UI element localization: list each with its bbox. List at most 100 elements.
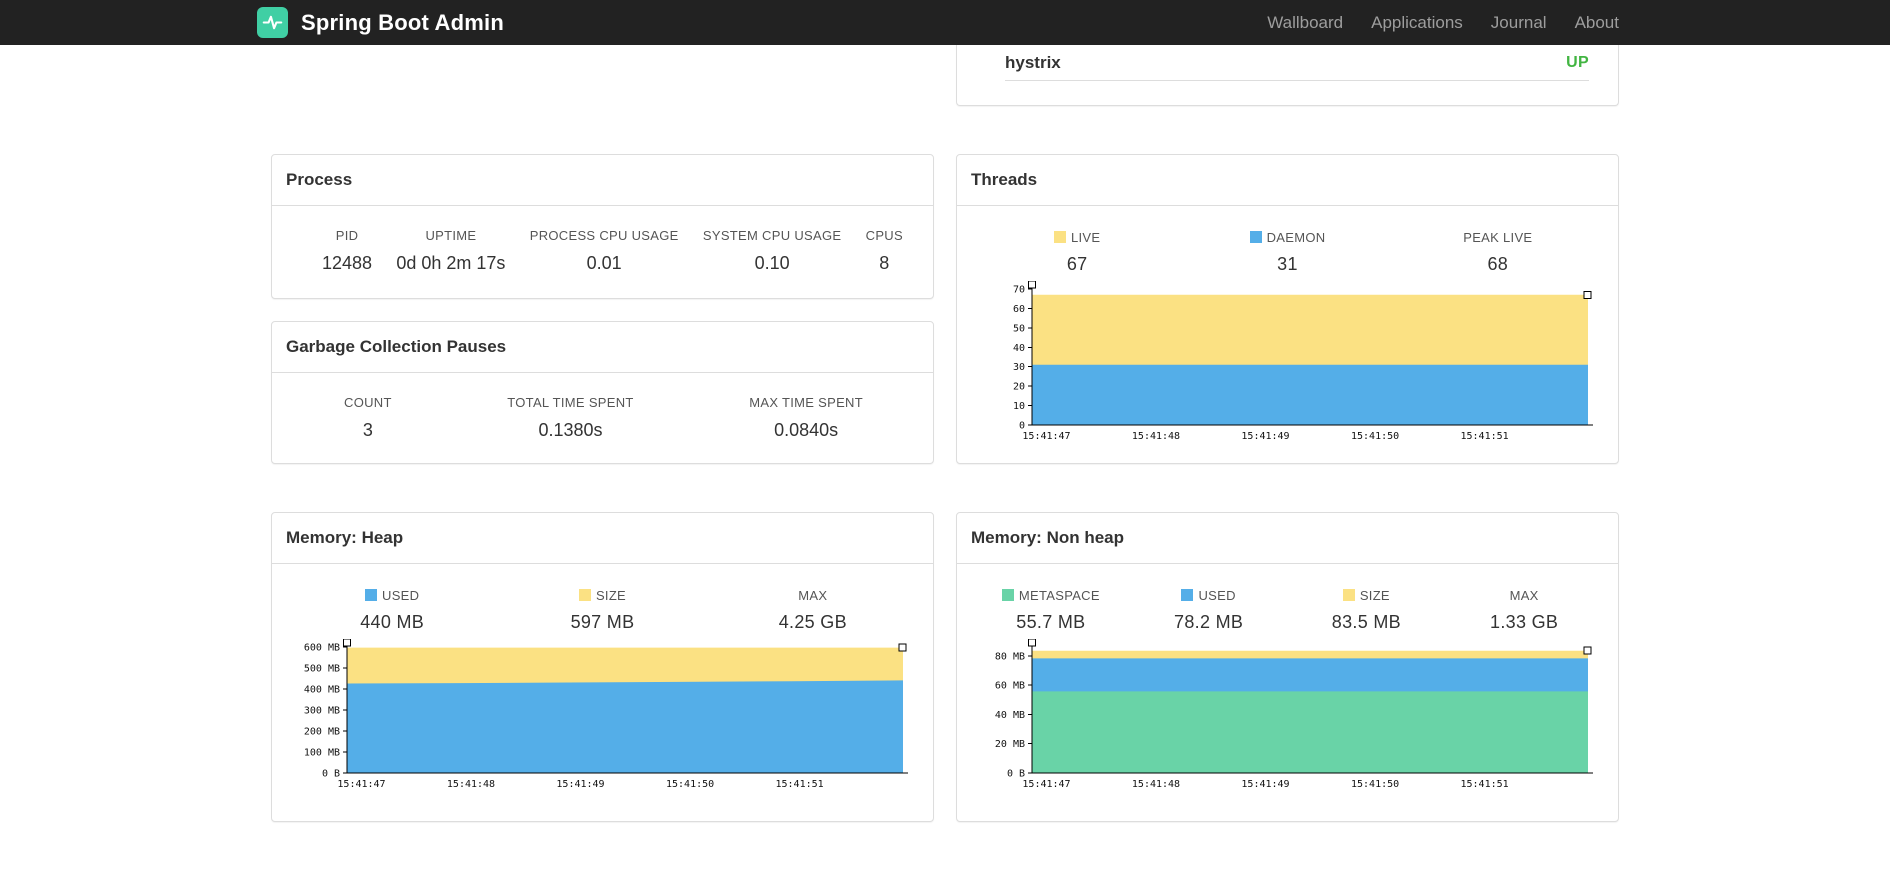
svg-text:15:41:51: 15:41:51 bbox=[776, 779, 824, 790]
gc-pauses-panel: Garbage Collection Pauses COUNT 3 TOTAL … bbox=[271, 321, 934, 464]
svg-text:30: 30 bbox=[1013, 362, 1025, 373]
svg-text:15:41:50: 15:41:50 bbox=[1351, 431, 1399, 442]
svg-text:0 B: 0 B bbox=[322, 769, 340, 780]
threads-panel: Threads LIVE DAEMON PEAK LIVE 67 31 68 0… bbox=[956, 154, 1619, 464]
legend-label: MAX bbox=[798, 588, 828, 603]
heap-size-value: 597 MB bbox=[570, 612, 635, 632]
legend-item-max: MAX bbox=[708, 588, 918, 603]
svg-text:15:41:50: 15:41:50 bbox=[1351, 779, 1399, 790]
size-legend-swatch bbox=[1342, 589, 1355, 601]
top-navbar: Spring Boot Admin Wallboard Applications… bbox=[0, 0, 1890, 45]
threads-legend: LIVE DAEMON PEAK LIVE bbox=[972, 230, 1603, 245]
svg-text:60 MB: 60 MB bbox=[995, 681, 1025, 692]
stat-cpus: CPUS 8 bbox=[866, 228, 903, 274]
legend-label: LIVE bbox=[1070, 230, 1101, 245]
svg-text:500 MB: 500 MB bbox=[304, 664, 340, 675]
legend-item-metaspace: METASPACE bbox=[972, 588, 1130, 603]
stat-system-cpu-usage: SYSTEM CPU USAGE 0.10 bbox=[703, 228, 841, 274]
stat-process-cpu-usage: PROCESS CPU USAGE 0.01 bbox=[530, 228, 679, 274]
live-legend-swatch bbox=[1053, 231, 1066, 243]
legend-item-live: LIVE bbox=[972, 230, 1182, 245]
stat-value: 0.10 bbox=[754, 253, 790, 273]
svg-text:100 MB: 100 MB bbox=[304, 748, 340, 759]
svg-text:15:41:48: 15:41:48 bbox=[1132, 779, 1180, 790]
nav-link-about[interactable]: About bbox=[1575, 13, 1619, 33]
gc-stats: COUNT 3 TOTAL TIME SPENT 0.1380s MAX TIM… bbox=[272, 373, 933, 441]
nav-link-applications[interactable]: Applications bbox=[1371, 13, 1463, 33]
nonheap-used-value: 78.2 MB bbox=[1174, 612, 1244, 632]
legend-label: METASPACE bbox=[1018, 588, 1100, 603]
stat-value: 8 bbox=[879, 253, 890, 273]
legend-label: DAEMON bbox=[1266, 230, 1326, 245]
threads-body: LIVE DAEMON PEAK LIVE 67 31 68 0 10 20 30 40… bbox=[957, 206, 1618, 443]
nonheap-legend-values: 55.7 MB 78.2 MB 83.5 MB 1.33 GB bbox=[972, 612, 1603, 633]
heap-used-value: 440 MB bbox=[360, 612, 425, 632]
svg-text:15:41:48: 15:41:48 bbox=[447, 779, 495, 790]
nonheap-metaspace-value: 55.7 MB bbox=[1016, 612, 1086, 632]
svg-text:15:41:49: 15:41:49 bbox=[1241, 779, 1289, 790]
legend-item-size: SIZE bbox=[497, 588, 707, 603]
spring-boot-admin-logo-icon bbox=[257, 7, 288, 38]
application-row[interactable]: hystrix UP bbox=[1005, 45, 1589, 81]
legend-item-peak-live: PEAK LIVE bbox=[1393, 230, 1603, 245]
svg-text:400 MB: 400 MB bbox=[304, 685, 340, 696]
used-legend-swatch bbox=[1181, 589, 1194, 601]
right-column: hystrix UP Threads LIVE DAEMON PEAK LIVE bbox=[956, 45, 1619, 822]
left-column: Process PID 12488 UPTIME 0d 0h 2m 17s PR… bbox=[271, 45, 934, 822]
svg-text:15:41:47: 15:41:47 bbox=[1022, 779, 1070, 790]
legend-item-daemon: DAEMON bbox=[1182, 230, 1392, 245]
stat-gc-max-time: MAX TIME SPENT 0.0840s bbox=[749, 395, 863, 441]
threads-peak-live-value: 68 bbox=[1487, 254, 1509, 274]
threads-chart: 0 10 20 30 40 50 60 70 15:41:47 15:41:48 15:41:49 1… bbox=[1013, 281, 1593, 442]
stat-value: 0.01 bbox=[586, 253, 622, 273]
daemon-legend-swatch bbox=[1249, 231, 1262, 243]
svg-text:40: 40 bbox=[1013, 343, 1025, 354]
gc-panel-title: Garbage Collection Pauses bbox=[272, 322, 933, 373]
svg-text:0: 0 bbox=[1019, 421, 1025, 432]
nonheap-legend: METASPACE USED SIZE MAX bbox=[972, 588, 1603, 603]
svg-text:600 MB: 600 MB bbox=[304, 643, 340, 654]
legend-label: USED bbox=[382, 588, 420, 603]
legend-item-size: SIZE bbox=[1288, 588, 1446, 603]
used-legend-swatch bbox=[365, 589, 377, 601]
svg-text:15:41:49: 15:41:49 bbox=[556, 779, 604, 790]
process-panel-title: Process bbox=[272, 155, 933, 206]
legend-item-used: USED bbox=[1130, 588, 1288, 603]
stat-label: PID bbox=[335, 228, 359, 243]
stat-uptime: UPTIME 0d 0h 2m 17s bbox=[396, 228, 505, 274]
stat-value: 0d 0h 2m 17s bbox=[396, 253, 506, 273]
brand[interactable]: Spring Boot Admin bbox=[257, 7, 504, 38]
legend-label: MAX bbox=[1509, 588, 1539, 603]
memory-nonheap-panel-title: Memory: Non heap bbox=[957, 513, 1618, 564]
threads-live-value: 67 bbox=[1066, 254, 1088, 274]
stat-label: COUNT bbox=[344, 395, 392, 410]
threads-daemon-value: 31 bbox=[1277, 254, 1298, 274]
memory-nonheap-panel: Memory: Non heap METASPACE USED SIZE MAX bbox=[956, 512, 1619, 822]
stat-value: 0.0840s bbox=[774, 420, 839, 440]
threads-legend-values: 67 31 68 bbox=[972, 254, 1603, 275]
nav-link-journal[interactable]: Journal bbox=[1491, 13, 1547, 33]
stat-label: UPTIME bbox=[425, 228, 477, 243]
stat-label: MAX TIME SPENT bbox=[749, 395, 863, 410]
nav-link-wallboard[interactable]: Wallboard bbox=[1267, 13, 1343, 33]
heap-memory-chart: 0 B 100 MB 200 MB 300 MB 400 MB 500 MB 600 MB 1… bbox=[304, 639, 908, 790]
memory-nonheap-body: METASPACE USED SIZE MAX 55.7 MB 78.2 MB bbox=[957, 564, 1618, 791]
svg-text:15:41:47: 15:41:47 bbox=[337, 779, 385, 790]
stat-gc-count: COUNT 3 bbox=[344, 395, 392, 441]
stat-value: 0.1380s bbox=[538, 420, 603, 440]
nonheap-size-value: 83.5 MB bbox=[1331, 612, 1401, 632]
application-name[interactable]: hystrix bbox=[1005, 53, 1061, 73]
stat-pid: PID 12488 bbox=[322, 228, 372, 274]
svg-text:80 MB: 80 MB bbox=[995, 651, 1025, 662]
legend-item-max: MAX bbox=[1445, 588, 1603, 603]
svg-text:20: 20 bbox=[1013, 382, 1025, 393]
process-panel: Process PID 12488 UPTIME 0d 0h 2m 17s PR… bbox=[271, 154, 934, 299]
svg-text:0 B: 0 B bbox=[1007, 769, 1025, 780]
svg-text:15:41:51: 15:41:51 bbox=[1461, 779, 1509, 790]
memory-heap-panel: Memory: Heap USED SIZE MAX 440 MB 597 MB bbox=[271, 512, 934, 822]
svg-text:50: 50 bbox=[1013, 323, 1025, 334]
stat-label: TOTAL TIME SPENT bbox=[507, 395, 634, 410]
stat-label: SYSTEM CPU USAGE bbox=[702, 228, 842, 243]
stat-value: 12488 bbox=[322, 253, 373, 273]
application-status-badge: UP bbox=[1566, 54, 1589, 71]
